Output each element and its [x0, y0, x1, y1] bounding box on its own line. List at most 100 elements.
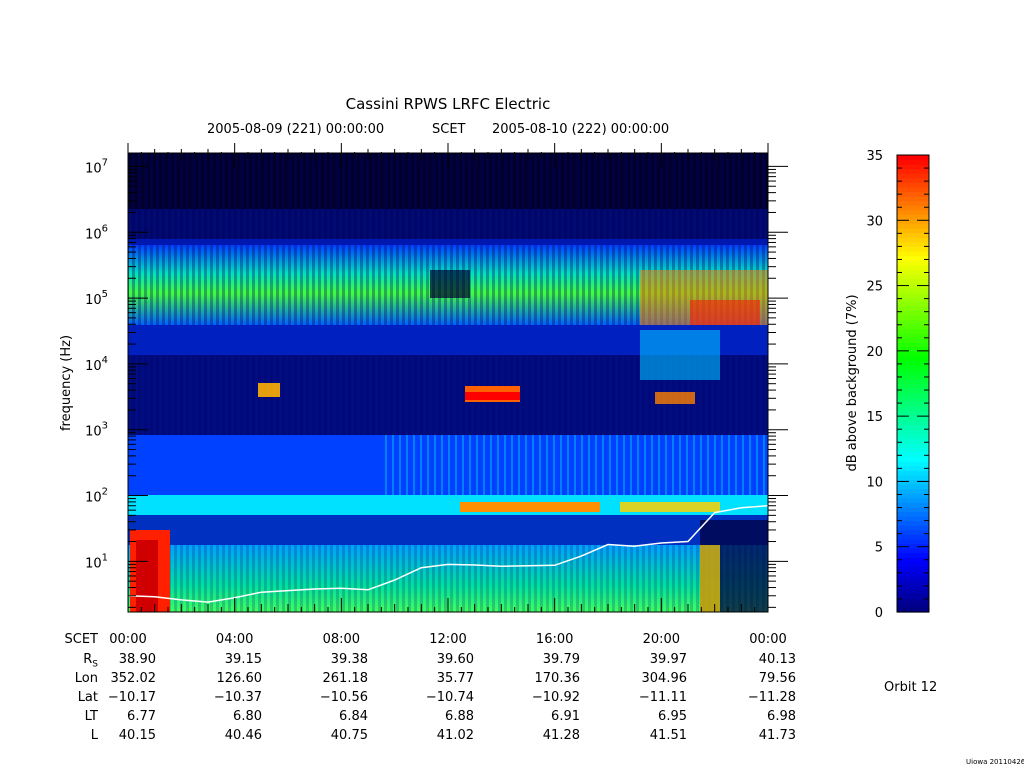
ephemeris-scet-label: 20:00: [642, 632, 681, 647]
colorbar-segment: [897, 442, 929, 449]
ephemeris-value: −10.37: [213, 690, 262, 705]
colorbar-segment: [897, 534, 929, 540]
ephemeris-value: 261.18: [322, 671, 369, 686]
colorbar-segment: [897, 520, 929, 526]
colorbar-segment: [897, 301, 929, 307]
colorbar-segment: [897, 246, 929, 252]
colorbar-segment: [897, 186, 929, 193]
colorbar-segment: [897, 401, 929, 407]
colorbar-segment: [897, 196, 929, 202]
colorbar-segment: [897, 538, 929, 545]
ephemeris-row-label: Lat: [77, 690, 98, 705]
y-tick-label: 104: [85, 355, 108, 374]
colorbar-segment: [897, 287, 929, 293]
colorbar-segment: [897, 250, 929, 257]
colorbar-segment: [897, 310, 929, 316]
ephemeris-value: 79.56: [758, 671, 796, 686]
ephemeris-scet-label: 00:00: [109, 632, 147, 647]
colorbar-segment: [897, 602, 929, 609]
colorbar-segment: [897, 278, 929, 284]
colorbar-segment: [897, 488, 929, 494]
ephemeris-value: −11.11: [638, 690, 687, 705]
ephemeris-value: 39.97: [649, 652, 687, 667]
colorbar-segment: [897, 292, 929, 298]
colorbar-tick-label: 15: [866, 410, 883, 425]
colorbar-tick-label: 5: [875, 541, 883, 556]
y-tick-label: 102: [85, 487, 108, 506]
colorbar-segment: [897, 328, 929, 334]
colorbar-segment: [897, 452, 929, 458]
colorbar-segment: [897, 484, 929, 490]
colorbar-segment: [897, 525, 929, 531]
colorbar-segment: [897, 209, 929, 216]
colorbar-tick-label: 35: [866, 149, 883, 164]
colorbar-segment: [897, 305, 929, 311]
y-tick-label: 107: [85, 157, 108, 176]
ephemeris-value: 6.95: [658, 709, 687, 724]
colorbar-segment: [897, 575, 929, 581]
ephemeris-row-label: LT: [84, 709, 98, 724]
colorbar-tick-label: 10: [866, 475, 883, 490]
colorbar-segment: [897, 548, 929, 554]
ephemeris-value: 40.46: [224, 728, 262, 743]
ephemeris-value: −10.56: [319, 690, 368, 705]
colorbar-segment: [897, 474, 929, 481]
y-tick-label: 106: [85, 223, 108, 242]
ephemeris-value: 39.79: [542, 652, 580, 667]
y-axis-label: frequency (Hz): [59, 335, 74, 431]
colorbar-segment: [897, 314, 929, 321]
ephemeris-scet-label: 00:00: [749, 632, 787, 647]
colorbar-segment: [897, 392, 929, 398]
colorbar-tick-label: 30: [866, 214, 883, 229]
colorbar-segment: [897, 155, 929, 161]
ephemeris-value: −11.28: [747, 690, 796, 705]
ephemeris-value: 41.51: [649, 728, 687, 743]
colorbar-segment: [897, 397, 929, 403]
colorbar-segment: [897, 356, 929, 362]
colorbar-segment: [897, 173, 929, 179]
ephemeris-value: 6.91: [551, 709, 580, 724]
y-tick-label: 103: [85, 421, 108, 440]
colorbar-segment: [897, 269, 929, 275]
ephemeris-value: 41.02: [436, 728, 474, 743]
colorbar-segment: [897, 406, 929, 412]
ephemeris-value: 41.28: [542, 728, 580, 743]
ephemeris-value: 35.77: [436, 671, 474, 686]
ephemeris-value: 6.80: [233, 709, 262, 724]
colorbar-segment: [897, 593, 929, 599]
colorbar-segment: [897, 369, 929, 375]
colorbar-segment: [897, 589, 929, 595]
ephemeris-row-label: RS: [83, 652, 98, 670]
colorbar-segment: [897, 570, 929, 577]
ephemeris-value: 40.75: [330, 728, 368, 743]
ephemeris-scet-label: 08:00: [322, 632, 361, 647]
colorbar-segment: [897, 273, 929, 279]
colorbar-segment: [897, 218, 929, 225]
orbit-label: Orbit 12: [884, 680, 938, 695]
colorbar-segment: [897, 351, 929, 357]
ephemeris-value: 6.88: [445, 709, 474, 724]
ephemeris-value: 39.15: [224, 652, 262, 667]
ephemeris-value: 352.02: [110, 671, 157, 686]
ephemeris-row-label: Lon: [74, 671, 98, 686]
colorbar-segment: [897, 543, 929, 549]
y-tick-label: 105: [85, 289, 108, 308]
colorbar-segment: [897, 410, 929, 417]
colorbar-segment: [897, 177, 929, 184]
colorbar-segment: [897, 360, 929, 366]
ephemeris-scet-label: 12:00: [429, 632, 467, 647]
ephemeris-value: −10.92: [531, 690, 580, 705]
ephemeris-value: 41.73: [758, 728, 796, 743]
colorbar-segment: [897, 378, 929, 385]
colorbar-segment: [897, 260, 929, 266]
ephemeris-value: 40.13: [758, 652, 796, 667]
colorbar-segment: [897, 566, 929, 572]
institution-stamp: Uiowa 20110426: [966, 758, 1024, 766]
colorbar-tick-label: 20: [866, 345, 883, 360]
colorbar-segment: [897, 337, 929, 343]
colorbar-tick-label: 0: [875, 606, 883, 621]
colorbar-segment: [897, 159, 929, 165]
ephemeris-value: −10.74: [425, 690, 474, 705]
colorbar-segment: [897, 502, 929, 508]
ephemeris-value: 304.96: [641, 671, 688, 686]
